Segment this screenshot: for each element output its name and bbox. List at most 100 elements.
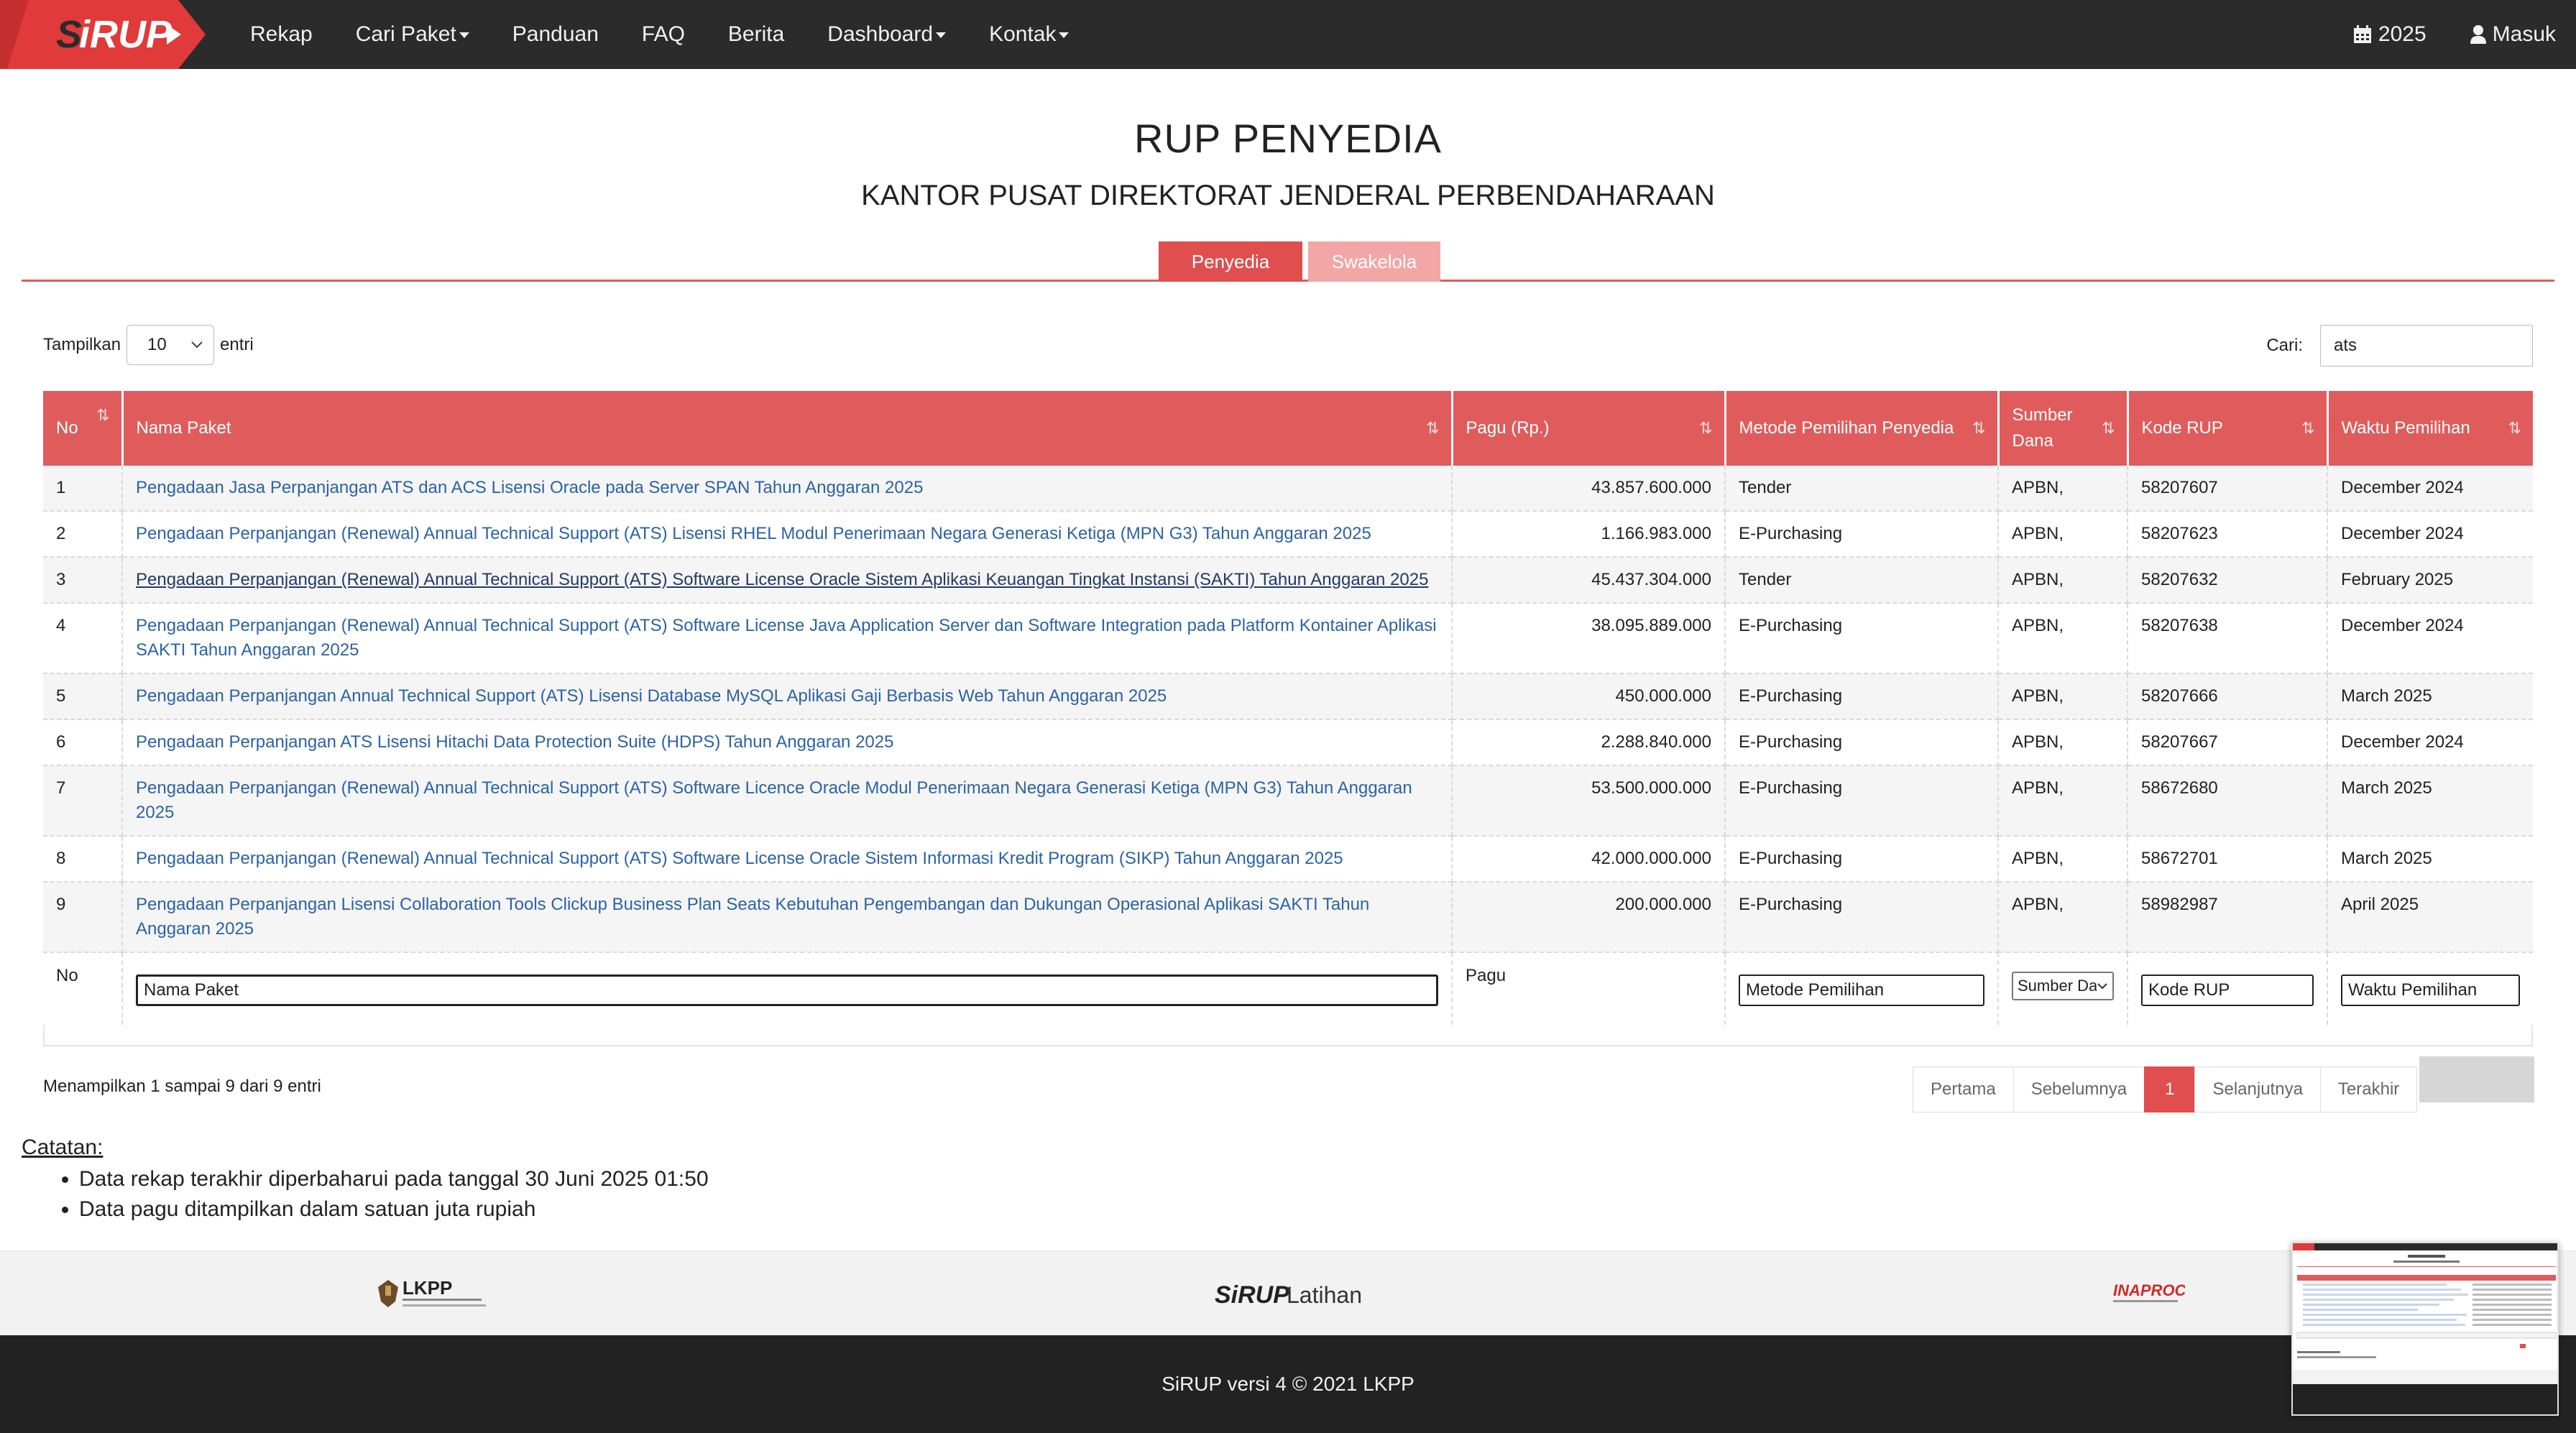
cell-waktu: December 2024 — [2327, 511, 2533, 558]
nav-rekap-label: Rekap — [250, 22, 313, 46]
sort-icon: ⇅ — [96, 406, 110, 424]
entries-label: entri — [220, 335, 254, 354]
notes-section: Catatan: Data rekap terakhir diperbaharu… — [22, 1135, 709, 1227]
search-input[interactable] — [2320, 325, 2533, 367]
cell-pagu: 38.095.889.000 — [1452, 603, 1726, 674]
cell-nama-paket: Pengadaan Perpanjangan (Renewal) Annual … — [122, 765, 1453, 837]
nav-faq[interactable]: FAQ — [642, 22, 685, 47]
sort-icon: ⇅ — [2301, 419, 2315, 437]
cell-metode: E-Purchasing — [1725, 719, 1999, 766]
filter-metode-input[interactable] — [1739, 974, 1984, 1006]
tab-penyedia[interactable]: Penyedia — [1159, 241, 1302, 282]
cell-waktu: March 2025 — [2327, 765, 2533, 837]
note-item: Data pagu ditampilkan dalam satuan juta … — [79, 1197, 709, 1222]
cell-kode-rup: 58207667 — [2128, 719, 2328, 766]
table-filter-row: No Pagu Sumber Dana — [43, 952, 2533, 1025]
cell-pagu: 42.000.000.000 — [1452, 836, 1726, 883]
cell-pagu: 45.437.304.000 — [1452, 557, 1726, 604]
svg-text:Latihan: Latihan — [1287, 1282, 1362, 1308]
note-item: Data rekap terakhir diperbaharui pada ta… — [79, 1167, 709, 1192]
column-header-label: Pagu (Rp.) — [1466, 418, 1550, 438]
page-first-button[interactable]: Pertama — [1913, 1066, 2014, 1112]
cell-pagu: 450.000.000 — [1452, 673, 1726, 720]
calendar-icon — [2353, 25, 2371, 43]
page-next-button[interactable]: Selanjutnya — [2194, 1066, 2321, 1112]
cell-no: 1 — [43, 466, 123, 512]
nav-dashboard[interactable]: Dashboard — [827, 22, 947, 47]
cell-pagu: 2.288.840.000 — [1452, 719, 1726, 766]
cell-no: 6 — [43, 719, 123, 766]
page-current-button[interactable]: 1 — [2144, 1066, 2196, 1112]
column-header-sumber-dana[interactable]: Sumber Dana ⇅ — [1998, 391, 2129, 466]
paket-link[interactable]: Pengadaan Perpanjangan ATS Lisensi Hitac… — [136, 732, 893, 752]
cell-sumber-dana: APBN, — [1998, 673, 2128, 720]
cell-waktu: December 2024 — [2327, 603, 2533, 674]
paket-link[interactable]: Pengadaan Perpanjangan Lisensi Collabora… — [136, 895, 1369, 939]
paket-link[interactable]: Pengadaan Jasa Perpanjangan ATS dan ACS … — [136, 478, 923, 497]
cell-waktu: December 2024 — [2327, 466, 2533, 512]
page-title: RUP PENYEDIA — [1134, 116, 1442, 161]
cell-kode-rup: 58207607 — [2128, 466, 2328, 512]
nav-login[interactable]: Masuk — [2470, 22, 2556, 47]
column-header-kode-rup[interactable]: Kode RUP ⇅ — [2128, 391, 2329, 466]
sirup-logo[interactable]: S iRUP — [0, 0, 208, 69]
chevron-down-icon — [459, 32, 469, 39]
filter-sumber-cell: Sumber Dana — [1998, 952, 2128, 1025]
cell-waktu: March 2025 — [2327, 836, 2533, 883]
paket-link[interactable]: Pengadaan Perpanjangan (Renewal) Annual … — [136, 616, 1437, 660]
paket-link[interactable]: Pengadaan Perpanjangan (Renewal) Annual … — [136, 524, 1371, 543]
nav-rekap[interactable]: Rekap — [250, 22, 313, 47]
nav-cari-paket[interactable]: Cari Paket — [356, 22, 469, 47]
notes-title: Catatan: — [22, 1135, 104, 1159]
rup-table: No ⇅ Nama Paket ⇅ Pagu (Rp.) ⇅ Metode Pemil… — [43, 391, 2533, 1025]
filter-sumber-dana-select[interactable]: Sumber Dana — [2012, 972, 2114, 1000]
search-control: Cari: — [2266, 325, 2533, 367]
nav-panduan[interactable]: Panduan — [512, 22, 599, 47]
cell-kode-rup: 58207632 — [2128, 557, 2328, 604]
column-header-label: Kode RUP — [2141, 418, 2223, 438]
lkpp-logo[interactable]: LKPP — [374, 1273, 489, 1319]
notes-list: Data rekap terakhir diperbaharui pada ta… — [22, 1167, 709, 1222]
nav-kontak[interactable]: Kontak — [989, 22, 1070, 47]
page-prev-button[interactable]: Sebelumnya — [2012, 1066, 2145, 1112]
column-header-waktu[interactable]: Waktu Pemilihan ⇅ — [2327, 391, 2533, 466]
column-header-pagu[interactable]: Pagu (Rp.) ⇅ — [1452, 391, 1726, 466]
screenshot-thumbnail[interactable] — [2291, 1242, 2559, 1416]
nav-year-selector[interactable]: 2025 — [2352, 22, 2426, 47]
nav-berita[interactable]: Berita — [728, 22, 784, 47]
column-header-metode[interactable]: Metode Pemilihan Penyedia ⇅ — [1725, 391, 2000, 466]
cell-kode-rup: 58982987 — [2128, 882, 2328, 953]
cell-metode: E-Purchasing — [1725, 511, 1999, 558]
column-header-no[interactable]: No ⇅ — [43, 391, 124, 466]
column-header-nama-paket[interactable]: Nama Paket ⇅ — [122, 391, 1453, 466]
cell-sumber-dana: APBN, — [1998, 557, 2128, 604]
cell-no: 7 — [43, 765, 123, 837]
cell-waktu: April 2025 — [2327, 882, 2533, 953]
chevron-down-icon — [2097, 983, 2107, 990]
filter-metode-cell — [1725, 952, 1999, 1025]
page-length-select[interactable]: 10 — [126, 325, 215, 365]
tab-swakelola[interactable]: Swakelola — [1308, 241, 1440, 282]
sirup-latihan-logo[interactable]: SiRUP Latihan — [1215, 1277, 1373, 1315]
svg-text:INAPROC: INAPROC — [2113, 1281, 2185, 1299]
filter-nama-paket-input[interactable] — [136, 974, 1438, 1006]
cell-sumber-dana: APBN, — [1998, 511, 2128, 558]
paket-link[interactable]: Pengadaan Perpanjangan (Renewal) Annual … — [136, 570, 1428, 589]
filter-waktu-input[interactable] — [2341, 974, 2520, 1006]
cell-nama-paket: Pengadaan Perpanjangan (Renewal) Annual … — [122, 557, 1453, 604]
cell-pagu: 200.000.000 — [1452, 882, 1726, 953]
cell-nama-paket: Pengadaan Perpanjangan Annual Technical … — [122, 673, 1453, 720]
paket-link[interactable]: Pengadaan Perpanjangan (Renewal) Annual … — [136, 849, 1343, 868]
nav-cari-paket-label: Cari Paket — [355, 22, 456, 46]
sort-icon: ⇅ — [1972, 419, 1986, 437]
user-icon — [2470, 25, 2486, 44]
paket-link[interactable]: Pengadaan Perpanjangan (Renewal) Annual … — [136, 778, 1412, 822]
nav-kontak-label: Kontak — [989, 22, 1057, 46]
page-last-button[interactable]: Terakhir — [2319, 1066, 2418, 1112]
cell-waktu: December 2024 — [2327, 719, 2533, 766]
filter-waktu-cell — [2327, 952, 2533, 1025]
paket-link[interactable]: Pengadaan Perpanjangan Annual Technical … — [136, 686, 1167, 706]
inaproc-logo[interactable]: INAPROC — [2113, 1280, 2187, 1312]
filter-kode-rup-input[interactable] — [2141, 974, 2314, 1006]
cell-sumber-dana: APBN, — [1998, 765, 2128, 837]
